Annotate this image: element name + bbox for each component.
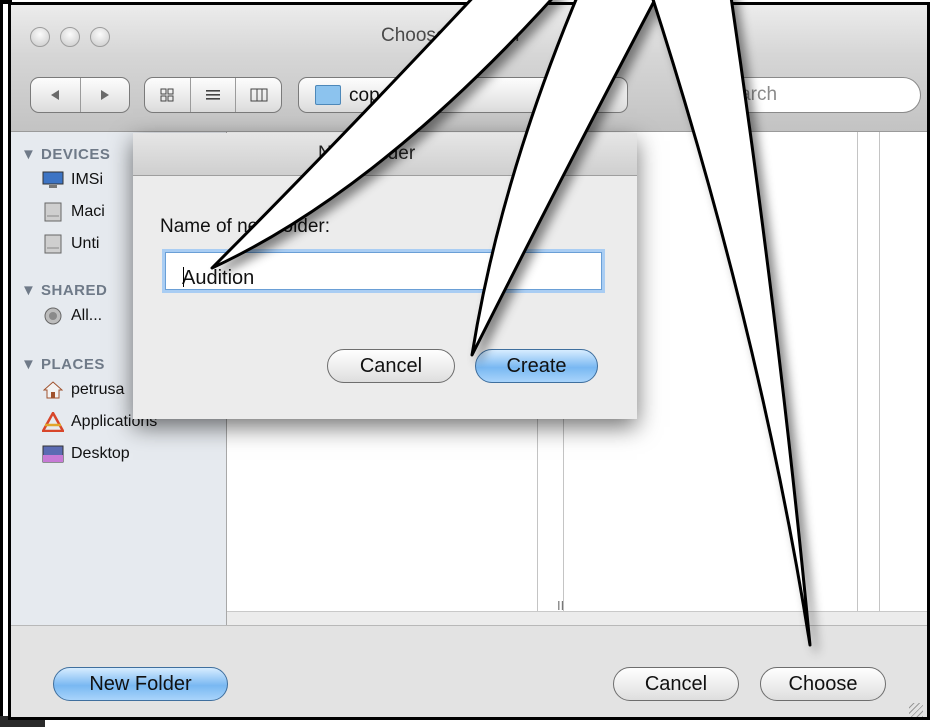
column-view-button[interactable] bbox=[236, 78, 281, 112]
sidebar-section-shared[interactable]: ▼ SHARED bbox=[21, 282, 107, 299]
computer-icon bbox=[41, 170, 65, 190]
back-arrow-icon bbox=[51, 90, 60, 100]
back-button[interactable] bbox=[31, 78, 81, 112]
dialog-title-bar: New Folder bbox=[133, 133, 637, 176]
resize-grip-icon[interactable] bbox=[909, 703, 923, 717]
desktop-icon bbox=[41, 444, 65, 464]
sidebar-section-devices[interactable]: ▼ DEVICES bbox=[21, 146, 110, 163]
icon-view-button[interactable] bbox=[145, 78, 191, 112]
list-view-icon bbox=[206, 90, 220, 100]
home-icon bbox=[41, 380, 65, 400]
column-divider[interactable] bbox=[879, 132, 880, 622]
minimize-window-button[interactable] bbox=[60, 27, 80, 47]
hard-drive-icon bbox=[41, 234, 65, 254]
title-bar: Choose a Folder bbox=[11, 5, 927, 55]
text-caret bbox=[183, 267, 184, 287]
view-mode-control bbox=[144, 77, 282, 113]
zoom-window-button[interactable] bbox=[90, 27, 110, 47]
new-folder-dialog: New Folder Name of new folder: Audition … bbox=[133, 133, 637, 419]
list-view-button[interactable] bbox=[191, 78, 237, 112]
sidebar-item-desktop[interactable]: Desktop bbox=[41, 444, 130, 464]
sidebar-item-all[interactable]: All... bbox=[41, 306, 102, 326]
column-divider[interactable] bbox=[857, 132, 858, 622]
sidebar-item-label: IMSi bbox=[71, 171, 103, 188]
sidebar-item-petrusa[interactable]: petrusa bbox=[41, 380, 124, 400]
horizontal-scrollbar[interactable] bbox=[227, 611, 927, 625]
create-button[interactable]: Create bbox=[475, 349, 598, 383]
location-popup[interactable]: copenhagen bbox=[298, 77, 628, 113]
close-window-button[interactable] bbox=[30, 27, 50, 47]
column-view-icon bbox=[250, 88, 268, 102]
sidebar-item-imsi[interactable]: IMSi bbox=[41, 170, 103, 190]
choose-button[interactable]: Choose bbox=[760, 667, 886, 701]
dialog-cancel-button[interactable]: Cancel bbox=[327, 349, 455, 383]
bottom-bar: New Folder Cancel Choose bbox=[11, 625, 927, 717]
sidebar-item-maci[interactable]: Maci bbox=[41, 202, 105, 222]
sidebar-item-label: Desktop bbox=[71, 445, 130, 462]
folder-icon bbox=[315, 85, 341, 105]
folder-name-value: Audition bbox=[182, 267, 255, 289]
applications-icon bbox=[41, 412, 65, 432]
choose-folder-window: Choose a Folder copenhagen search ▼ DEVI… bbox=[8, 2, 930, 720]
sidebar-section-places[interactable]: ▼ PLACES bbox=[21, 356, 105, 373]
hard-drive-icon bbox=[41, 202, 65, 222]
dialog-title: New Folder bbox=[318, 143, 416, 164]
window-title: Choose a Folder bbox=[381, 25, 522, 46]
new-folder-button[interactable]: New Folder bbox=[53, 667, 228, 701]
sidebar-item-unti[interactable]: Unti bbox=[41, 234, 99, 254]
forward-button[interactable] bbox=[81, 78, 130, 112]
back-forward-control bbox=[30, 77, 130, 113]
folder-name-prompt: Name of new folder: bbox=[160, 216, 331, 237]
search-field[interactable]: search bbox=[701, 77, 921, 113]
search-placeholder: search bbox=[720, 84, 778, 105]
sidebar-item-label: Unti bbox=[71, 235, 100, 252]
toolbar: copenhagen search bbox=[11, 55, 927, 132]
network-icon bbox=[41, 306, 65, 326]
forward-arrow-icon bbox=[100, 90, 109, 100]
cancel-button[interactable]: Cancel bbox=[613, 667, 739, 701]
screen-edge-left bbox=[0, 0, 3, 727]
sidebar-item-label: Maci bbox=[71, 203, 105, 220]
sidebar-item-label: petrusa bbox=[71, 381, 125, 398]
icon-view-icon bbox=[160, 88, 174, 102]
folder-name-input[interactable]: Audition bbox=[165, 252, 602, 290]
location-label: copenhagen bbox=[349, 85, 454, 106]
sidebar-item-label: All... bbox=[71, 307, 103, 324]
